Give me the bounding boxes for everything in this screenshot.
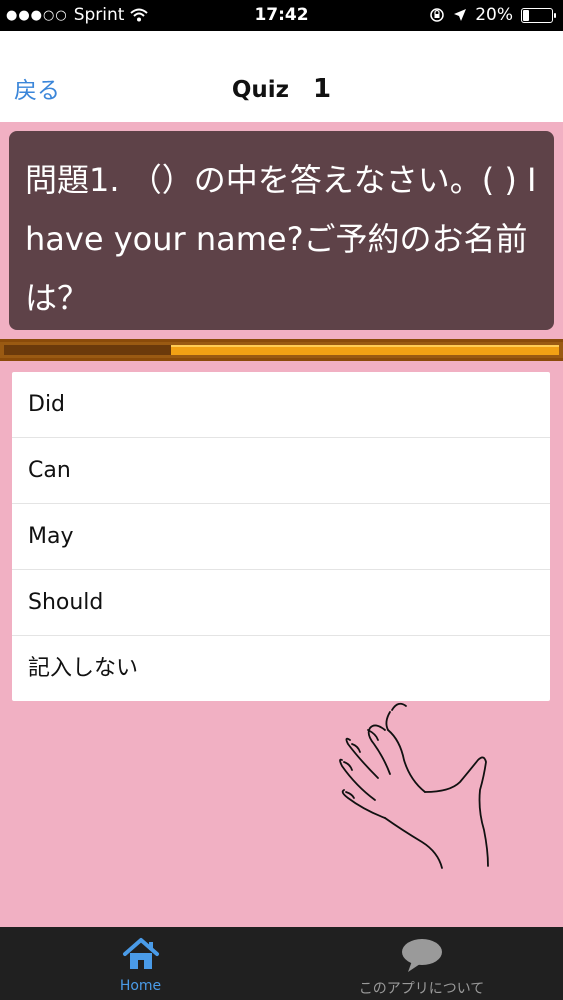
answer-option-did[interactable]: Did: [12, 372, 550, 438]
hand-illustration: [339, 702, 489, 869]
battery-level-fill: [523, 9, 529, 21]
tab-about-label: このアプリについて: [358, 981, 485, 997]
tab-home[interactable]: Home: [0, 927, 281, 1000]
tab-about-app[interactable]: このアプリについて: [281, 927, 562, 1000]
page-title: Quiz 1: [0, 74, 563, 104]
answer-list: Did Can May Should 記入しない: [12, 372, 550, 701]
home-icon: [122, 938, 159, 969]
question-box: 問題1. （）の中を答えなさい。( ) I have your name?ご予約…: [9, 131, 554, 330]
timer-progress-bar: [0, 339, 563, 361]
navigation-bar: 戻る Quiz 1: [0, 31, 563, 122]
progress-elapsed-fill: [4, 345, 171, 355]
status-bar: ●●●○○ Sprint 17:42 20%: [0, 0, 563, 31]
question-text: 問題1. （）の中を答えなさい。( ) I have your name?ご予約…: [25, 161, 537, 317]
tab-home-label: Home: [119, 978, 162, 994]
chat-bubble-icon: [401, 939, 442, 972]
answer-option-should[interactable]: Should: [12, 570, 550, 636]
location-icon: [454, 9, 467, 21]
battery-icon: [521, 7, 556, 23]
quiz-title: Quiz: [231, 77, 290, 103]
battery-percent: 20%: [475, 5, 513, 25]
answer-option-no-answer[interactable]: 記入しない: [12, 636, 550, 701]
tab-bar: Home このアプリについて: [0, 927, 563, 1000]
status-right: 20%: [429, 5, 556, 25]
quiz-number: 1: [313, 74, 332, 104]
orientation-lock-icon: [430, 8, 444, 22]
answer-option-may[interactable]: May: [12, 504, 550, 570]
answer-option-can[interactable]: Can: [12, 438, 550, 504]
